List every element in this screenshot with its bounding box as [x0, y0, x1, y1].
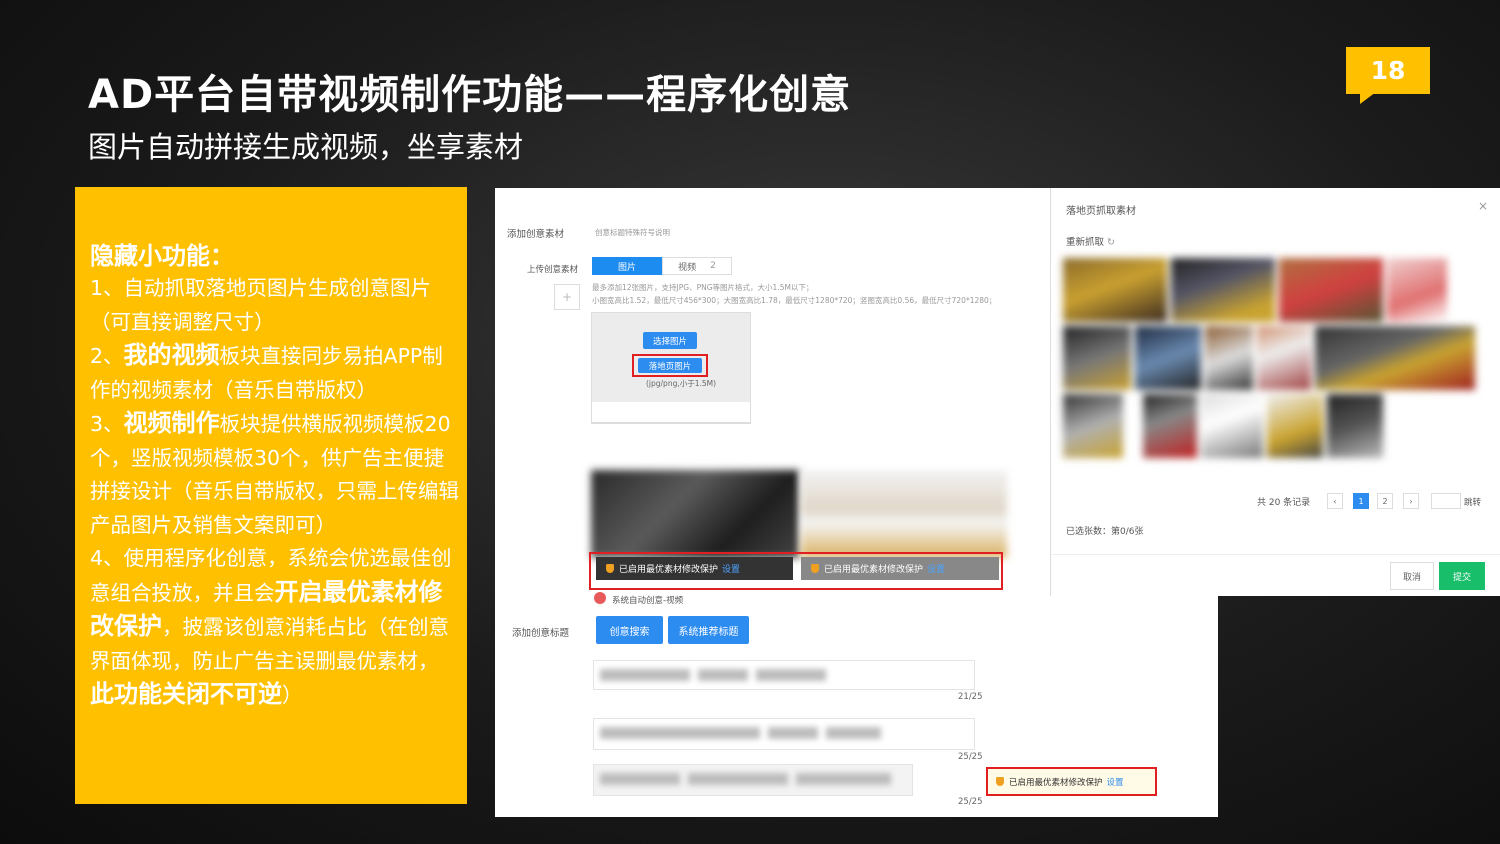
total-records: 共 20 条记录 [1257, 498, 1311, 508]
add-material-button[interactable]: + [554, 284, 580, 310]
landing-fetch-dialog: 落地页抓取素材 × 重新抓取 ↻ 共 20 条记录 ‹ 1 2 › 跳转 已选张数… [1050, 188, 1500, 596]
creative-thumbnail[interactable] [591, 470, 799, 558]
title-symbol-help-link[interactable]: 创意标题特殊符号说明 [595, 227, 670, 238]
item-prefix: 2、 [90, 344, 124, 368]
close-icon[interactable]: × [1478, 199, 1488, 213]
item-text: ） [282, 683, 303, 707]
upload-hint-1: 最多添加12张图片，支持JPG、PNG等图片格式，大小1.5M以下； [592, 283, 814, 292]
dialog-divider [1051, 554, 1500, 555]
jump-page-input[interactable] [1431, 493, 1461, 509]
jump-button[interactable]: 跳转 [1464, 496, 1481, 508]
panel-body: 1、自动抓取落地页图片生成创意图片（可直接调整尺寸） 2、我的视频板块直接同步易… [90, 272, 460, 713]
page-2-button[interactable]: 2 [1377, 493, 1393, 509]
refetch-label: 重新抓取 [1066, 237, 1105, 248]
tab-image[interactable]: 图片 [592, 257, 662, 275]
feature-item-2: 2、我的视频板块直接同步易拍APP制作的视频素材（音乐自带版权） [90, 339, 460, 407]
auto-creative-label: 系统自动创意-视频 [612, 596, 684, 606]
item-prefix: 3、 [90, 412, 124, 436]
fetched-image-grid [1063, 258, 1475, 458]
title-char-count: 25/25 [958, 797, 983, 807]
format-hint: (jpg/png,小于1.5M) [646, 379, 717, 388]
page-number-badge: 18 [1346, 47, 1430, 94]
auto-creative-icon [594, 592, 606, 604]
title-char-count: 25/25 [958, 752, 983, 762]
selected-count: 已选张数：第0/6张 [1066, 527, 1144, 537]
title-input[interactable] [593, 660, 975, 690]
shield-icon [996, 777, 1004, 786]
protection-text: 已启用最优素材修改保护 [1009, 777, 1103, 788]
tab-video[interactable]: 视频 2 [662, 257, 732, 275]
title-input[interactable] [593, 718, 975, 750]
select-image-button[interactable]: 选择图片 [643, 332, 697, 349]
feature-item-1: 1、自动抓取落地页图片生成创意图片（可直接调整尺寸） [90, 276, 432, 334]
upload-label: 上传创意素材 [527, 265, 579, 275]
landing-image-button[interactable]: 落地页图片 [638, 358, 702, 373]
slide-title: AD平台自带视频制作功能——程序化创意 [88, 72, 852, 118]
refresh-icon: ↻ [1107, 237, 1115, 248]
badge-tail [1360, 92, 1376, 104]
item-highlight: 我的视频 [123, 341, 220, 369]
recommend-title-button[interactable]: 系统推荐标题 [668, 616, 749, 644]
tab-video-label: 视频 [678, 262, 697, 273]
submit-button[interactable]: 提交 [1439, 562, 1485, 590]
dropzone-footer [591, 402, 751, 423]
title-char-count: 21/25 [958, 692, 983, 702]
slide-subtitle: 图片自动拼接生成视频，坐享素材 [88, 130, 524, 164]
upload-hint-2: 小图宽高比1.52，最低尺寸456*300；大图宽高比1.78，最低尺寸1280… [592, 296, 997, 305]
feature-item-3: 3、视频制作板块提供横版视频模板20个，竖版视频模板30个，供广告主便捷拼接设计… [90, 407, 460, 542]
panel-heading: 隐藏小功能： [90, 242, 234, 270]
creative-search-button[interactable]: 创意搜索 [596, 616, 663, 644]
protection-settings-link[interactable]: 设置 [1107, 776, 1124, 788]
title-input[interactable] [593, 764, 913, 796]
protection-highlight: 已启用最优素材修改保护 设置 [986, 767, 1157, 796]
refetch-button[interactable]: 重新抓取 ↻ [1066, 234, 1115, 248]
item-highlight: 此功能关闭不可逆 [90, 680, 282, 708]
add-material-label: 添加创意素材 [507, 229, 565, 240]
feature-item-4: 4、使用程序化创意，系统会优选最佳创意组合投放，并且会开启最优素材修改保护，披露… [90, 542, 460, 713]
add-title-label: 添加创意标题 [512, 628, 570, 639]
prev-page-button[interactable]: ‹ [1327, 493, 1343, 509]
highlight-box [589, 552, 1003, 590]
tab-video-count: 2 [710, 261, 716, 271]
cancel-button[interactable]: 取消 [1390, 562, 1434, 590]
creative-thumbnail[interactable] [801, 470, 1007, 558]
dialog-title: 落地页抓取素材 [1066, 206, 1136, 217]
next-page-button[interactable]: › [1403, 493, 1419, 509]
page-1-button[interactable]: 1 [1353, 493, 1369, 509]
item-highlight: 视频制作 [123, 409, 220, 437]
